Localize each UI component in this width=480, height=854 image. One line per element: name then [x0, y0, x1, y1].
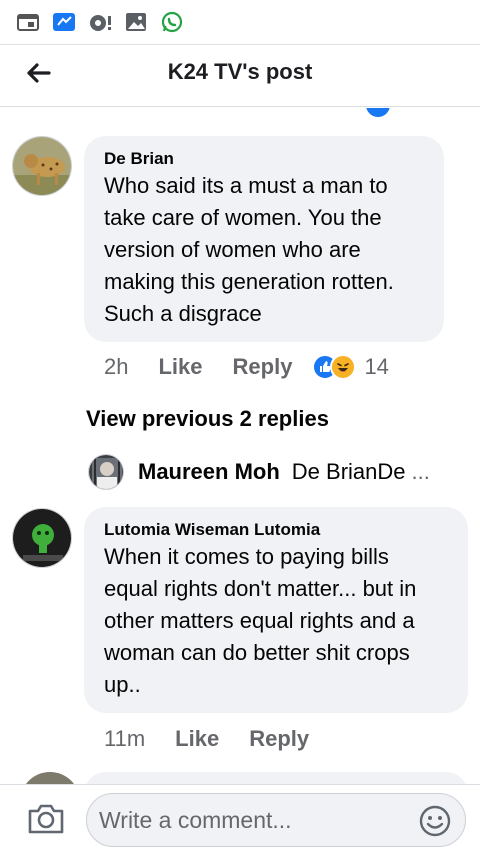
clipped-action-row [100, 108, 390, 118]
whatsapp-icon [160, 11, 184, 33]
comment-bubble: De Brian Who said its a must a man to ta… [84, 136, 444, 342]
comment-time: 2h [104, 354, 129, 379]
page-title: K24 TV's post [167, 59, 313, 84]
emoji-icon[interactable] [419, 805, 451, 837]
comment-time: 11m [104, 726, 146, 751]
like-button[interactable]: Like [175, 726, 219, 752]
view-previous-replies-link[interactable]: View previous 2 replies [86, 406, 329, 432]
haha-reaction-icon [330, 354, 357, 380]
like-button[interactable]: Like [158, 354, 202, 380]
comment-composer: Write a comment... [0, 784, 480, 854]
camera-icon [26, 804, 66, 841]
post-header: K24 TV's post [0, 45, 480, 107]
comment-author[interactable]: Lutomia Wiseman Lutomia [104, 519, 448, 541]
camera-notification-icon [88, 11, 112, 33]
comment-bubble [84, 772, 468, 784]
comment-actions: 11m Like Reply [104, 726, 309, 752]
avatar[interactable] [20, 772, 80, 784]
comment-actions: 2h Like Reply 14 [104, 354, 389, 380]
status-bar [0, 0, 480, 44]
comment-placeholder: Write a comment... [99, 807, 292, 833]
avatar[interactable] [88, 454, 124, 490]
like-reaction-icon [366, 108, 390, 117]
reactions-summary[interactable]: 14 [312, 354, 389, 380]
reply-text: De BrianDe [291, 459, 406, 484]
reply-more: ... [411, 459, 430, 484]
comment-text: Who said its a must a man to take care o… [104, 173, 400, 326]
comments-list[interactable]: De Brian Who said its a must a man to ta… [0, 108, 480, 784]
calendar-icon [16, 11, 40, 33]
camera-button[interactable] [26, 801, 66, 837]
reaction-count: 14 [364, 354, 389, 379]
comment-input[interactable]: Write a comment... [86, 793, 466, 847]
reply-button[interactable]: Reply [233, 354, 293, 380]
reply-preview[interactable]: Maureen Moh De BrianDe ... [88, 454, 430, 490]
gallery-icon [124, 11, 148, 33]
comment-bubble: Lutomia Wiseman Lutomia When it comes to… [84, 507, 468, 713]
reply-button[interactable]: Reply [249, 726, 309, 752]
avatar[interactable] [12, 136, 72, 196]
comment-author[interactable]: De Brian [104, 148, 424, 170]
reply-author[interactable]: Maureen Moh [138, 459, 280, 485]
messenger-icon [52, 11, 76, 33]
avatar[interactable] [12, 508, 72, 568]
comment-text: When it comes to paying bills equal righ… [104, 544, 427, 697]
